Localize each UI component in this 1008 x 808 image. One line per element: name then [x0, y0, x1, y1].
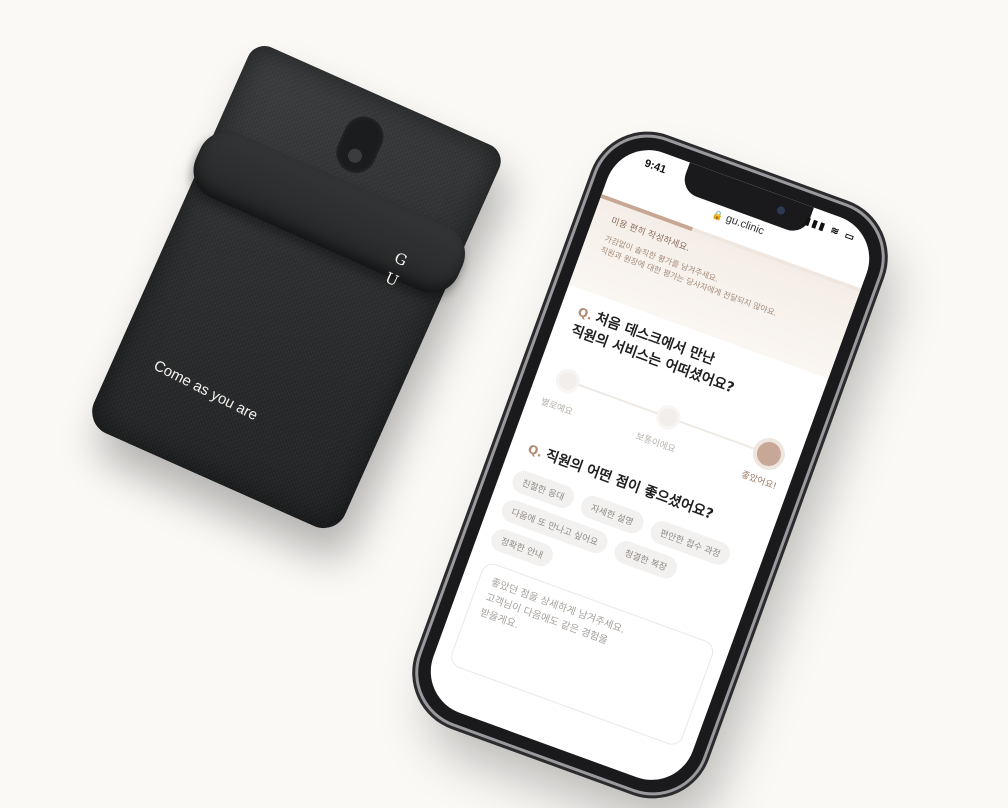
phone-screen: 9:41 ▮▮▮ ≋ ▭ 🔒gu.clinic 미용 편히 작성하세요. 가감없… — [418, 137, 882, 793]
lock-icon: 🔒 — [711, 208, 726, 222]
pouch-drawstring — [329, 110, 390, 180]
rating-option-neutral[interactable] — [653, 402, 684, 433]
status-time: 9:41 — [642, 157, 668, 177]
pouch-slogan: Come as you are — [150, 357, 261, 425]
smartphone: 9:41 ▮▮▮ ≋ ▭ 🔒gu.clinic 미용 편히 작성하세요. 가감없… — [403, 122, 897, 808]
status-icons: ▮▮▮ ≋ ▭ — [803, 215, 858, 245]
fabric-pouch: G U Come as you are — [84, 40, 507, 536]
question-mark: Q. — [575, 304, 595, 323]
rating-label-good: 좋았어요! — [739, 470, 778, 493]
pouch-flap — [183, 121, 475, 303]
rating-label-neutral: 보통이에요 — [634, 431, 677, 456]
question-mark: Q. — [525, 441, 545, 461]
rating-option-bad[interactable] — [552, 365, 584, 397]
rating-label-bad: 별로예요 — [539, 397, 574, 418]
rating-option-good[interactable] — [753, 438, 785, 470]
